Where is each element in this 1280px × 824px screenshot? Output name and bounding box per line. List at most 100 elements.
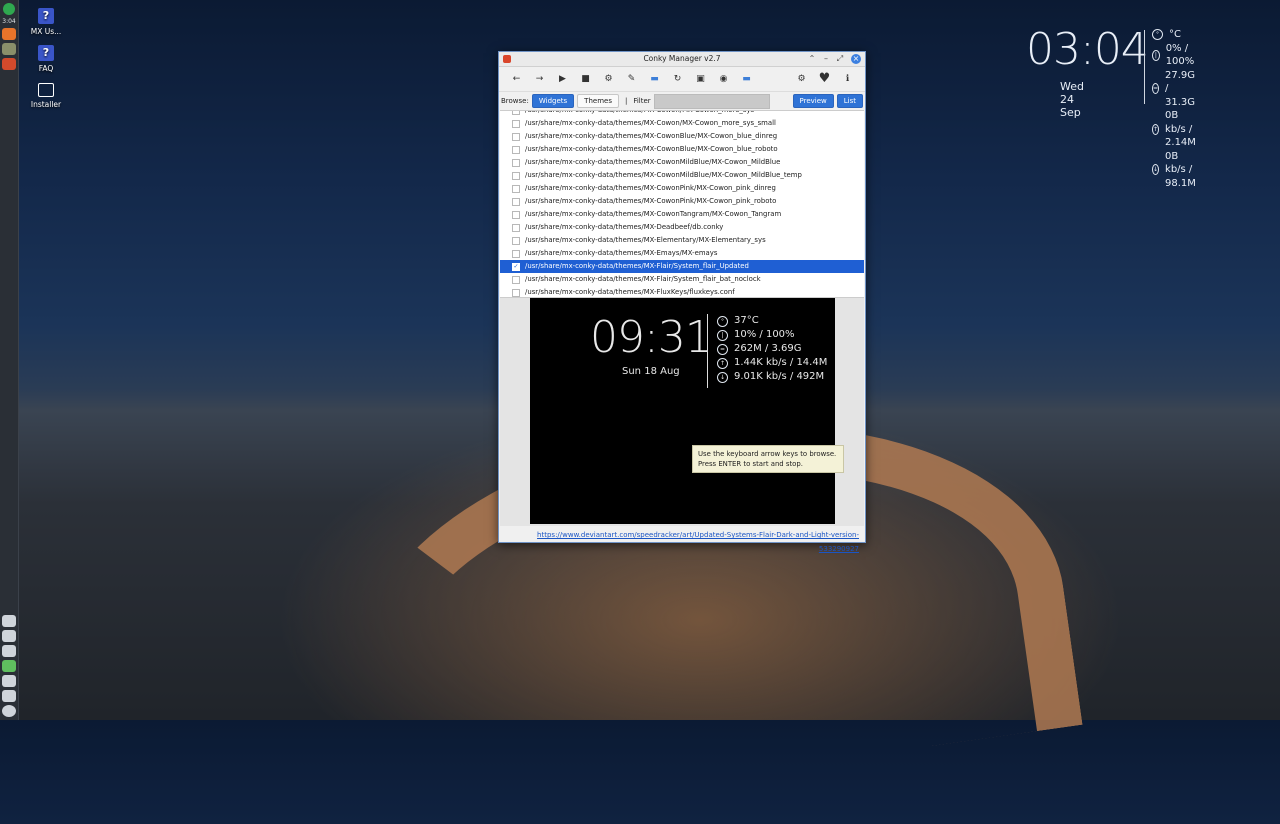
open-folder-icon[interactable]: ▬: [643, 70, 666, 88]
theme-checkbox[interactable]: [512, 236, 520, 245]
theme-checkbox[interactable]: [512, 288, 520, 297]
temperature-icon: °: [1152, 29, 1163, 41]
theme-list-row[interactable]: /usr/share/mx-conky-data/themes/MX-Deadb…: [500, 221, 864, 234]
desktop-icon-label: Installer: [30, 100, 62, 109]
theme-checkbox[interactable]: [512, 171, 520, 180]
theme-list-row[interactable]: /usr/share/mx-conky-data/themes/MX-Cowon…: [500, 169, 864, 182]
theme-list-row[interactable]: ✓ /usr/share/mx-conky-data/themes/MX-Flai…: [500, 260, 864, 273]
import-folder-icon[interactable]: ▬: [735, 70, 758, 88]
volume-icon[interactable]: [2, 615, 16, 627]
conky-manager-icon[interactable]: [2, 58, 16, 70]
mx-logo-icon[interactable]: [3, 3, 15, 15]
clip-icon[interactable]: [2, 645, 16, 657]
conky-date: Wed 24 Sep: [1060, 80, 1084, 119]
theme-checkbox[interactable]: [512, 275, 520, 284]
list-button[interactable]: List: [836, 94, 863, 108]
conky-mem: 27.9G / 31.3G: [1165, 69, 1196, 108]
record-icon[interactable]: ◉: [712, 70, 735, 88]
theme-list[interactable]: /usr/share/mx-conky-data/themes/MX-Cowon…: [500, 110, 864, 298]
desktop-icon-mx-user-manual[interactable]: ? MX Us...: [21, 8, 71, 36]
maximize-icon[interactable]: ⤢: [835, 54, 845, 64]
about-icon[interactable]: ℹ: [836, 70, 859, 88]
app-settings-icon[interactable]: ⚙: [790, 70, 813, 88]
left-panel: 3:04: [0, 0, 19, 720]
theme-path-label: /usr/share/mx-conky-data/themes/MX-Emays…: [525, 249, 718, 257]
theme-list-row[interactable]: /usr/share/mx-conky-data/themes/MX-Cowon…: [500, 156, 864, 169]
conky-down: 0B kb/s / 98.1M: [1165, 150, 1196, 189]
conky-up: 0B kb/s / 2.14M: [1165, 110, 1196, 148]
theme-source-link[interactable]: https://www.deviantart.com/speedracker/a…: [499, 528, 865, 553]
eject-icon[interactable]: [2, 675, 16, 687]
close-icon[interactable]: ×: [851, 54, 861, 64]
panel-clock: 3:04: [2, 18, 16, 25]
forward-icon[interactable]: →: [528, 70, 551, 88]
theme-checkbox[interactable]: ✓: [512, 262, 520, 271]
desktop-icon-faq[interactable]: ? FAQ: [21, 45, 71, 73]
cpu-icon: |: [1152, 49, 1160, 61]
theme-path-label: /usr/share/mx-conky-data/themes/MX-Cowon…: [525, 132, 778, 140]
theme-list-row[interactable]: /usr/share/mx-conky-data/themes/MX-FluxK…: [500, 286, 864, 297]
conky-time: 03:04: [1026, 24, 1149, 75]
theme-path-label: /usr/share/mx-conky-data/themes/MX-Cowon…: [525, 110, 755, 114]
theme-checkbox[interactable]: [512, 119, 520, 128]
update-icon[interactable]: [2, 660, 16, 672]
keep-above-icon[interactable]: ⌃: [807, 54, 817, 64]
theme-checkbox[interactable]: [512, 158, 520, 167]
theme-list-row[interactable]: /usr/share/mx-conky-data/themes/MX-Cowon…: [500, 208, 864, 221]
conky-manager-window: Conky Manager v2.7 ⌃ – ⤢ × ← → ▶ ■ ⚙ ✎ ▬…: [498, 51, 866, 553]
theme-path-label: /usr/share/mx-conky-data/themes/MX-Cowon…: [525, 210, 782, 218]
theme-checkbox[interactable]: [512, 111, 520, 115]
settings-icon[interactable]: ⚙: [597, 70, 620, 88]
theme-checkbox[interactable]: [512, 249, 520, 258]
preview-divider: [707, 314, 708, 388]
theme-checkbox[interactable]: [512, 184, 520, 193]
screenshot-icon[interactable]: ▣: [689, 70, 712, 88]
theme-path-label: /usr/share/mx-conky-data/themes/MX-Cowon…: [525, 184, 776, 192]
preview-cpu: 10% / 100%: [734, 329, 795, 340]
theme-list-row[interactable]: /usr/share/mx-conky-data/themes/MX-Cowon…: [500, 195, 864, 208]
preview-button[interactable]: Preview: [792, 94, 834, 108]
title-bar[interactable]: Conky Manager v2.7 ⌃ – ⤢ ×: [499, 52, 865, 67]
stop-icon[interactable]: ■: [574, 70, 597, 88]
themes-toggle-button[interactable]: Themes: [577, 94, 619, 108]
wifi-icon[interactable]: [2, 630, 16, 642]
theme-list-row[interactable]: /usr/share/mx-conky-data/themes/MX-Emays…: [500, 247, 864, 260]
theme-checkbox[interactable]: [512, 132, 520, 141]
browse-separator: |: [624, 97, 628, 105]
theme-path-label: /usr/share/mx-conky-data/themes/MX-Cowon…: [525, 119, 776, 127]
theme-checkbox[interactable]: [512, 145, 520, 154]
file-manager-icon[interactable]: [2, 43, 16, 55]
play-icon[interactable]: ▶: [551, 70, 574, 88]
firefox-icon[interactable]: [2, 28, 16, 40]
power-icon[interactable]: [2, 705, 16, 717]
memory-icon: =: [717, 343, 728, 355]
theme-list-row[interactable]: /usr/share/mx-conky-data/themes/MX-Eleme…: [500, 234, 864, 247]
browse-label: Browse:: [501, 97, 529, 105]
theme-list-row[interactable]: /usr/share/mx-conky-data/themes/MX-Cowon…: [500, 182, 864, 195]
theme-path-label: /usr/share/mx-conky-data/themes/MX-FluxK…: [525, 288, 735, 296]
back-icon[interactable]: ←: [505, 70, 528, 88]
filter-input[interactable]: [653, 93, 770, 109]
theme-preview: 09:31 Sun 18 Aug ° 37°C | 10% / 100% = 262M…: [530, 298, 844, 524]
theme-path-label: /usr/share/mx-conky-data/themes/MX-Flair…: [525, 262, 749, 270]
edit-icon[interactable]: ✎: [620, 70, 643, 88]
desktop-icon-label: MX Us...: [30, 27, 62, 36]
theme-checkbox[interactable]: [512, 210, 520, 219]
installer-icon: [38, 83, 54, 97]
desktop-icon-installer[interactable]: Installer: [21, 83, 71, 109]
cpu-icon: |: [717, 329, 728, 341]
theme-list-row[interactable]: /usr/share/mx-conky-data/themes/MX-Cowon…: [500, 110, 864, 117]
theme-list-row[interactable]: /usr/share/mx-conky-data/themes/MX-Cowon…: [500, 143, 864, 156]
widgets-toggle-button[interactable]: Widgets: [531, 94, 575, 108]
theme-checkbox[interactable]: [512, 223, 520, 232]
theme-checkbox[interactable]: [512, 197, 520, 206]
workspace-icon[interactable]: [2, 690, 16, 702]
donate-heart-icon[interactable]: ♥: [813, 70, 836, 88]
theme-list-row[interactable]: /usr/share/mx-conky-data/themes/MX-Cowon…: [500, 117, 864, 130]
preview-up: 1.44K kb/s / 14.4M: [734, 357, 828, 368]
theme-list-row[interactable]: /usr/share/mx-conky-data/themes/MX-Flair…: [500, 273, 864, 286]
refresh-icon[interactable]: ↻: [666, 70, 689, 88]
theme-list-row[interactable]: /usr/share/mx-conky-data/themes/MX-Cowon…: [500, 130, 864, 143]
minimize-icon[interactable]: –: [821, 54, 831, 64]
preview-area: 09:31 Sun 18 Aug ° 37°C | 10% / 100% = 262M…: [500, 298, 864, 526]
